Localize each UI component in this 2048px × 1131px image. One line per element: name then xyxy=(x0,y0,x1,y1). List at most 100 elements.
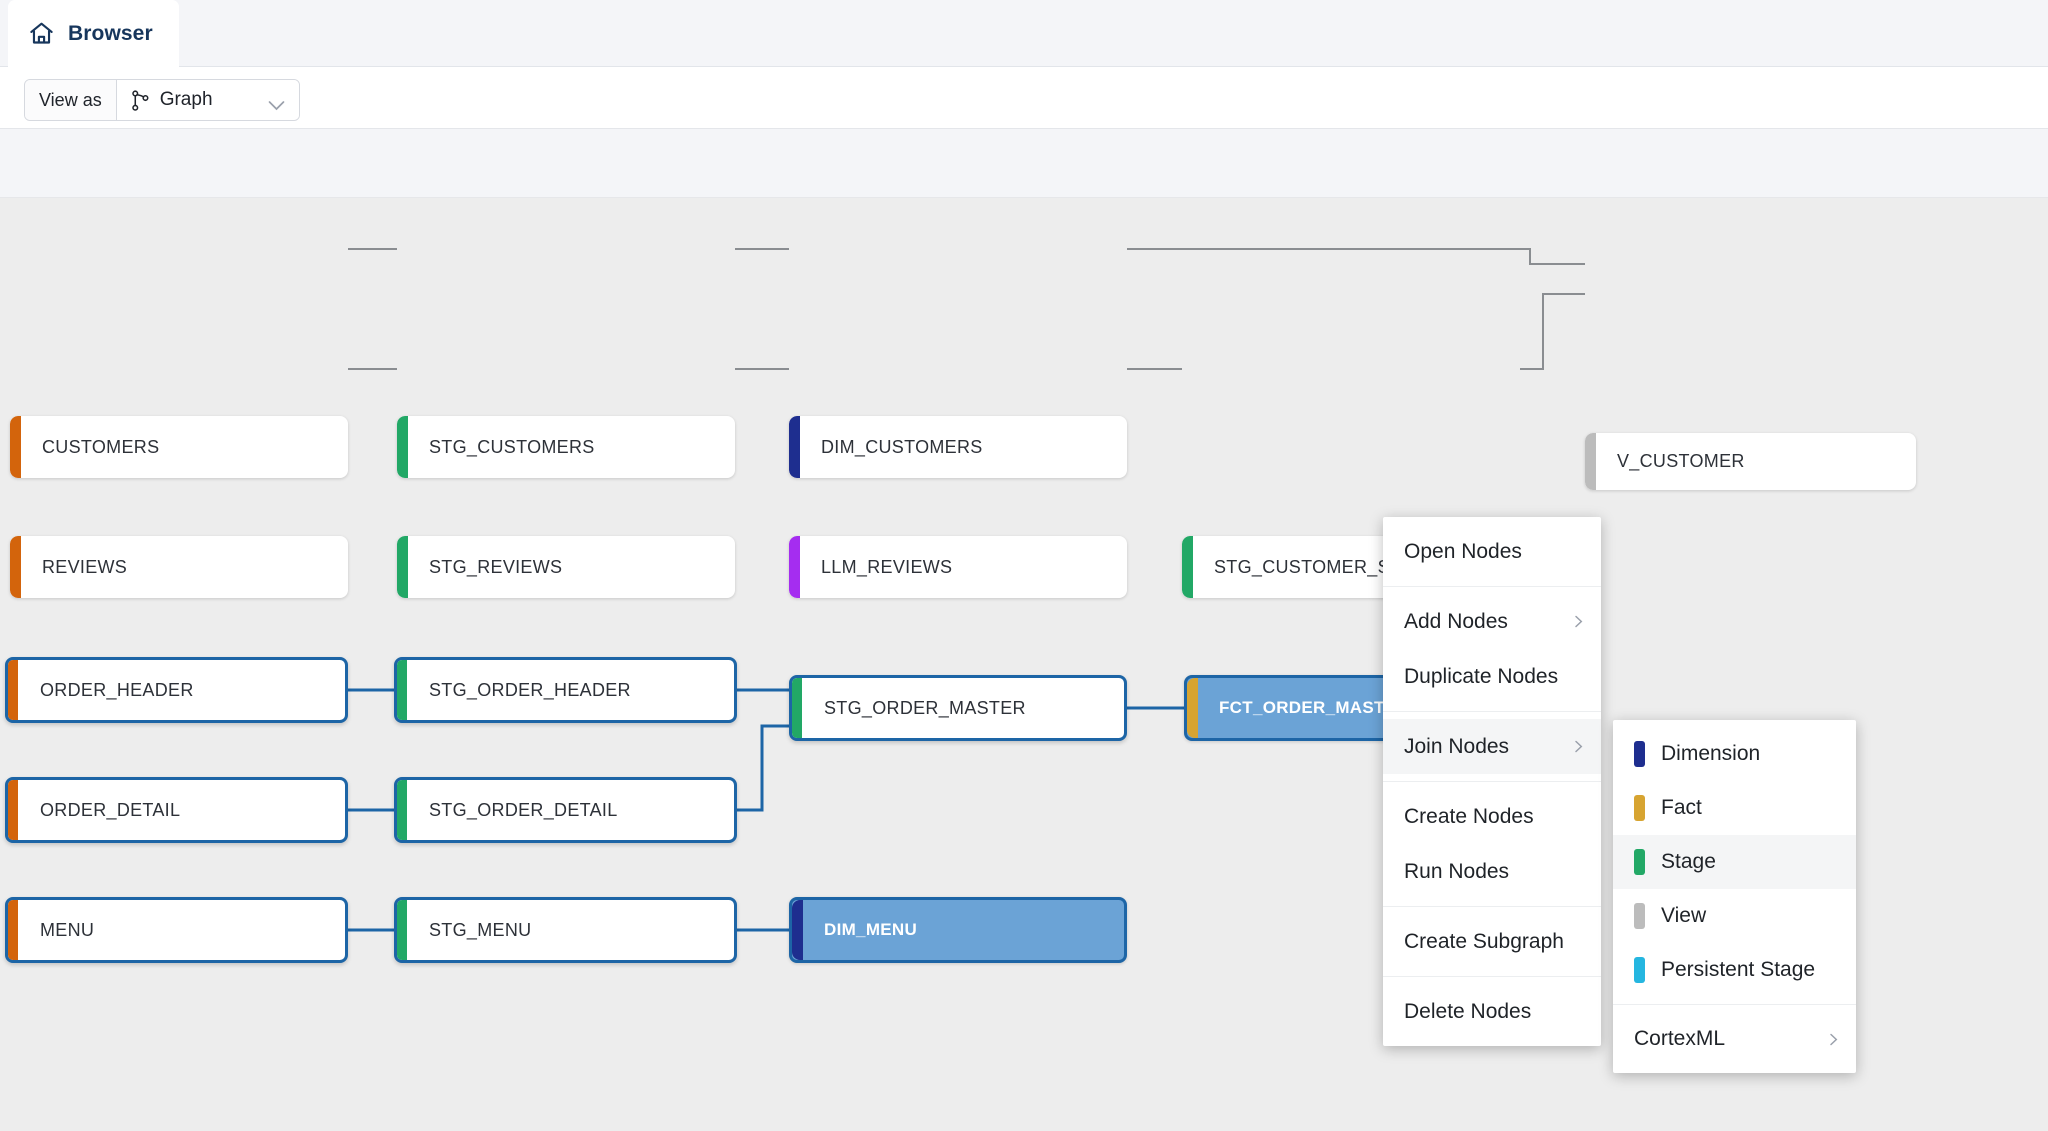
graph-node-order_detail[interactable]: ORDER_DETAIL xyxy=(5,777,348,843)
submenu-item-label: View xyxy=(1661,904,1707,927)
edge-stg_order_detail-stg_order_master xyxy=(737,724,789,812)
tab-browser[interactable]: Browser xyxy=(8,0,179,67)
context-menu-item-label: Join Nodes xyxy=(1404,734,1510,758)
node-type-accent-stage xyxy=(397,660,407,720)
context-menu-item-delete-nodes[interactable]: Delete Nodes xyxy=(1383,984,1601,1039)
node-type-accent-view xyxy=(1585,433,1596,490)
node-type-accent-stage xyxy=(1182,536,1193,598)
node-type-swatch-view xyxy=(1634,903,1645,929)
submenu-item-fact[interactable]: Fact xyxy=(1613,781,1856,835)
sub-toolbar-band xyxy=(0,129,2048,198)
edge-stg_customer_sentiment-v_customer xyxy=(1520,293,1585,370)
graph-node-stg_menu[interactable]: STG_MENU xyxy=(394,897,737,963)
node-label: STG_MENU xyxy=(429,919,532,940)
context-menu-item-join-nodes[interactable]: Join Nodes xyxy=(1383,719,1601,774)
graph-node-order_header[interactable]: ORDER_HEADER xyxy=(5,657,348,723)
graph-node-dim_menu[interactable]: DIM_MENU xyxy=(789,897,1127,963)
context-menu-group: Join Nodes xyxy=(1383,712,1601,782)
submenu-item-cortexml[interactable]: CortexML xyxy=(1613,1012,1856,1066)
submenu-item-label: Dimension xyxy=(1661,742,1761,765)
node-type-accent-source xyxy=(8,780,18,840)
graph-icon xyxy=(131,89,150,111)
context-menu-item-label: Run Nodes xyxy=(1404,859,1510,883)
submenu-item-label: Stage xyxy=(1661,850,1716,873)
node-label: STG_ORDER_HEADER xyxy=(429,679,631,700)
graph-node-customers[interactable]: CUSTOMERS xyxy=(10,416,348,478)
submenu-item-view[interactable]: View xyxy=(1613,889,1856,943)
submenu-item-label: Fact xyxy=(1661,796,1702,819)
view-as-label: View as xyxy=(25,80,117,120)
graph-node-stg_order_master[interactable]: STG_ORDER_MASTER xyxy=(789,675,1127,741)
node-label: STG_REVIEWS xyxy=(429,556,563,577)
graph-node-v_customer[interactable]: V_CUSTOMER xyxy=(1585,433,1916,490)
node-type-swatch-fact xyxy=(1634,795,1645,821)
node-type-accent-fact xyxy=(1187,678,1198,738)
submenu-item-persistent-stage[interactable]: Persistent Stage xyxy=(1613,943,1856,997)
node-type-accent-stage xyxy=(397,416,408,478)
node-type-swatch-stage xyxy=(1634,849,1645,875)
node-type-accent-dimension xyxy=(789,416,800,478)
node-type-accent-source xyxy=(8,900,18,960)
node-label: DIM_CUSTOMERS xyxy=(821,436,983,457)
submenu-group: Dimension Fact Stage View Persistent Stage xyxy=(1613,720,1856,1005)
node-label: STG_ORDER_MASTER xyxy=(824,697,1026,718)
node-label: FCT_ORDER_MASTER xyxy=(1219,698,1409,717)
submenu-item-dimension[interactable]: Dimension xyxy=(1613,727,1856,781)
view-as-control[interactable]: View as Graph xyxy=(24,79,300,121)
graph-node-menu[interactable]: MENU xyxy=(5,897,348,963)
node-label: REVIEWS xyxy=(42,556,128,577)
node-type-accent-source xyxy=(10,536,21,598)
node-label: ORDER_DETAIL xyxy=(40,799,181,820)
context-menu-item-label: Create Nodes xyxy=(1404,804,1534,828)
graph-node-reviews[interactable]: REVIEWS xyxy=(10,536,348,598)
tab-bar: Browser xyxy=(0,0,2048,67)
node-label: CUSTOMERS xyxy=(42,436,160,457)
node-type-swatch-persistent-stage xyxy=(1634,957,1645,983)
edge-dim_customers-v_customer xyxy=(1127,248,1585,265)
node-type-swatch-dimension xyxy=(1634,741,1645,767)
graph-node-stg_reviews[interactable]: STG_REVIEWS xyxy=(397,536,735,598)
node-label: DIM_MENU xyxy=(824,920,918,939)
context-menu-item-create-nodes[interactable]: Create Nodes xyxy=(1383,789,1601,844)
node-type-accent-source xyxy=(8,660,18,720)
graph-node-stg_customers[interactable]: STG_CUSTOMERS xyxy=(397,416,735,478)
graph-node-stg_order_header[interactable]: STG_ORDER_HEADER xyxy=(394,657,737,723)
home-icon xyxy=(28,20,55,47)
graph-node-stg_order_detail[interactable]: STG_ORDER_DETAIL xyxy=(394,777,737,843)
edge-group-normal xyxy=(348,248,1585,370)
node-label: STG_CUSTOMERS xyxy=(429,436,595,457)
node-type-accent-stage xyxy=(397,900,407,960)
node-type-accent-source xyxy=(10,416,21,478)
submenu-item-stage[interactable]: Stage xyxy=(1613,835,1856,889)
submenu-group: CortexML xyxy=(1613,1005,1856,1073)
context-menu-group: Create Subgraph xyxy=(1383,907,1601,977)
node-label: ORDER_HEADER xyxy=(40,679,194,700)
graph-node-llm_reviews[interactable]: LLM_REVIEWS xyxy=(789,536,1127,598)
chevron-down-icon[interactable] xyxy=(268,95,285,110)
context-menu-item-add-nodes[interactable]: Add Nodes xyxy=(1383,594,1601,649)
context-menu-item-open-nodes[interactable]: Open Nodes xyxy=(1383,524,1601,579)
node-label: STG_ORDER_DETAIL xyxy=(429,799,618,820)
node-label: MENU xyxy=(40,919,95,940)
context-menu-group: Add Nodes Duplicate Nodes xyxy=(1383,587,1601,712)
context-menu-group: Delete Nodes xyxy=(1383,977,1601,1046)
chevron-right-icon xyxy=(1830,1033,1838,1045)
context-menu-item-label: Duplicate Nodes xyxy=(1404,664,1559,688)
graph-node-dim_customers[interactable]: DIM_CUSTOMERS xyxy=(789,416,1127,478)
chevron-right-icon xyxy=(1575,740,1583,753)
context-menu-item-label: Open Nodes xyxy=(1404,539,1522,563)
view-as-value-label: Graph xyxy=(159,89,213,110)
view-as-select[interactable]: Graph xyxy=(116,80,299,120)
context-menu-item-create-subgraph[interactable]: Create Subgraph xyxy=(1383,914,1601,969)
toolbar: View as Graph xyxy=(0,67,2048,129)
node-type-accent-dimension xyxy=(792,900,803,960)
context-menu-item-run-nodes[interactable]: Run Nodes xyxy=(1383,844,1601,899)
context-menu[interactable]: Open Nodes Add Nodes Duplicate Nodes Join N… xyxy=(1383,517,1601,1046)
node-type-accent-cortexml xyxy=(789,536,800,598)
node-label: V_CUSTOMER xyxy=(1617,451,1745,471)
context-submenu-node-types[interactable]: Dimension Fact Stage View Persistent Stage Co… xyxy=(1613,720,1856,1073)
submenu-item-label: Persistent Stage xyxy=(1661,958,1816,981)
context-menu-item-label: Add Nodes xyxy=(1404,609,1508,633)
context-menu-item-duplicate-nodes[interactable]: Duplicate Nodes xyxy=(1383,649,1601,704)
context-menu-item-label: Create Subgraph xyxy=(1404,929,1564,953)
